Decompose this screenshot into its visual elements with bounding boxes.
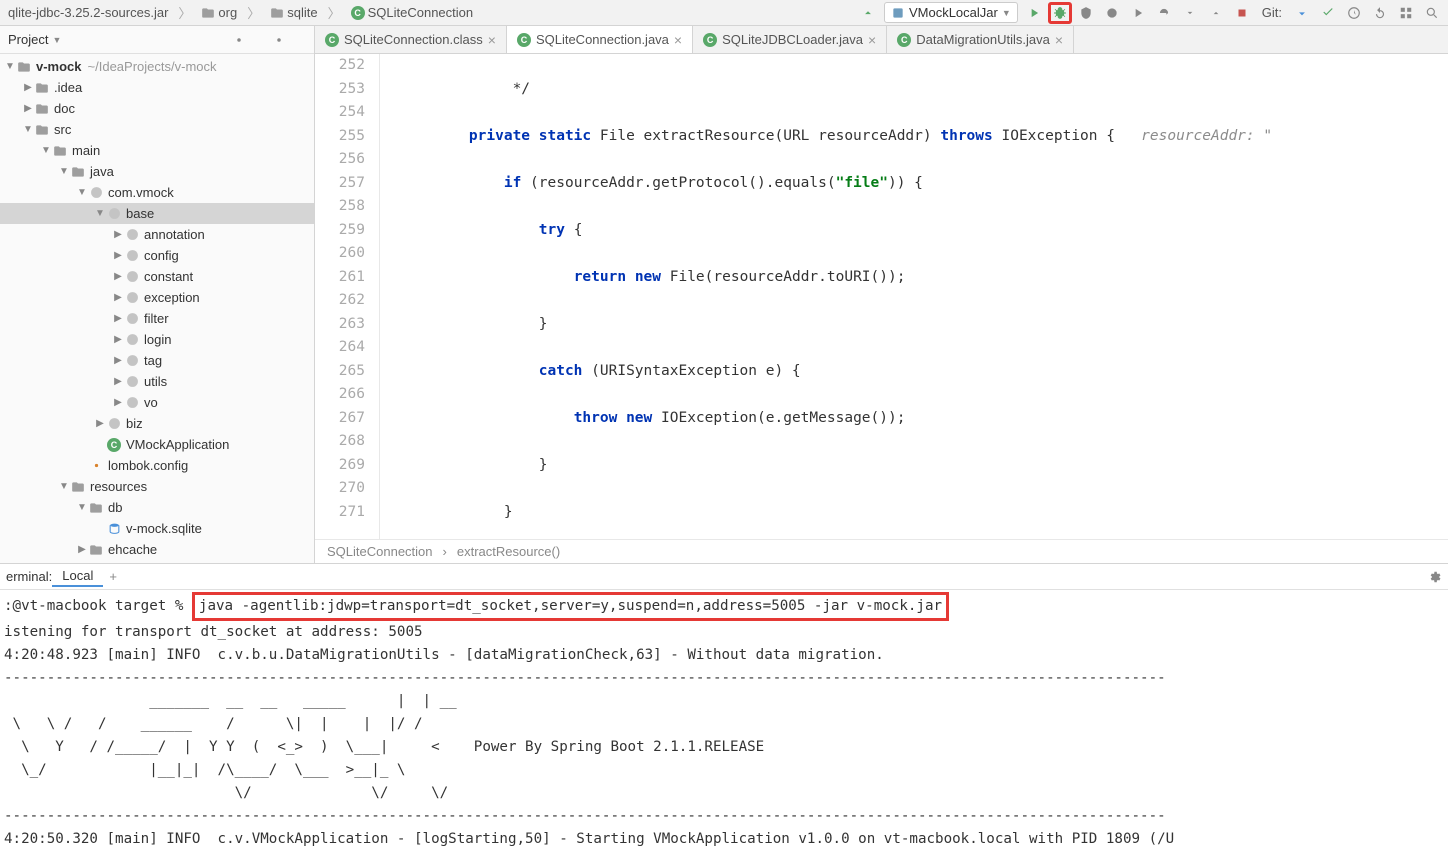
resume-button[interactable] bbox=[1126, 2, 1150, 24]
tree-item[interactable]: ▶biz bbox=[0, 413, 314, 434]
editor-tab[interactable]: CSQLiteConnection.class× bbox=[315, 26, 507, 53]
tree-item[interactable]: ▼resources bbox=[0, 476, 314, 497]
tree-item[interactable]: ▶doc bbox=[0, 98, 314, 119]
tree-item[interactable]: ▶vo bbox=[0, 392, 314, 413]
project-tree[interactable]: ▼ v-mock ~/IdeaProjects/v-mock ▶.idea▶do… bbox=[0, 54, 314, 562]
sidebar-title[interactable]: Project ▼ bbox=[8, 32, 232, 47]
run-button[interactable] bbox=[1022, 2, 1046, 24]
top-toolbar: qlite-jdbc-3.25.2-sources.jar〉 org〉 sqli… bbox=[0, 0, 1448, 26]
marker-gutter bbox=[380, 54, 400, 539]
tree-item[interactable]: ▶.idea bbox=[0, 77, 314, 98]
sync-icon[interactable] bbox=[856, 2, 880, 24]
git-pull-button[interactable] bbox=[1290, 2, 1314, 24]
close-icon[interactable]: × bbox=[1055, 32, 1063, 48]
close-icon[interactable]: × bbox=[674, 32, 682, 48]
debug-button[interactable] bbox=[1048, 2, 1072, 24]
tree-item[interactable]: ▶filter bbox=[0, 308, 314, 329]
step-into-button[interactable] bbox=[1178, 2, 1202, 24]
terminal-output[interactable]: :@vt-macbook target % java -agentlib:jdw… bbox=[0, 590, 1448, 865]
tree-item[interactable]: v-mock.sqlite bbox=[0, 518, 314, 539]
coverage-button[interactable] bbox=[1074, 2, 1098, 24]
tree-item[interactable]: ▼src bbox=[0, 119, 314, 140]
stop-button[interactable] bbox=[1230, 2, 1254, 24]
tree-item[interactable]: ▼db bbox=[0, 497, 314, 518]
breadcrumb-item[interactable]: qlite-jdbc-3.25.2-sources.jar bbox=[4, 3, 172, 22]
expand-icon[interactable] bbox=[252, 33, 266, 47]
git-history-button[interactable] bbox=[1342, 2, 1366, 24]
git-commit-button[interactable] bbox=[1316, 2, 1340, 24]
close-icon[interactable]: × bbox=[488, 32, 496, 48]
editor-body[interactable]: 2522532542552562572582592602612622632642… bbox=[315, 54, 1448, 539]
profile-button[interactable] bbox=[1100, 2, 1124, 24]
breadcrumb-item[interactable]: sqlite bbox=[266, 3, 321, 22]
tree-item[interactable]: ▶ehcache bbox=[0, 539, 314, 560]
tree-item[interactable]: ▶utils bbox=[0, 371, 314, 392]
tree-item[interactable]: ▶login bbox=[0, 329, 314, 350]
editor-tab[interactable]: CSQLiteJDBCLoader.java× bbox=[693, 26, 887, 53]
tree-root[interactable]: ▼ v-mock ~/IdeaProjects/v-mock bbox=[0, 56, 314, 77]
git-revert-button[interactable] bbox=[1368, 2, 1392, 24]
step-over-button[interactable] bbox=[1152, 2, 1176, 24]
terminal-tab-local[interactable]: Local bbox=[52, 566, 103, 587]
tree-item[interactable]: ▶constant bbox=[0, 266, 314, 287]
terminal-panel: erminal: Local + :@vt-macbook target % j… bbox=[0, 563, 1448, 865]
layout-button[interactable] bbox=[1394, 2, 1418, 24]
terminal-title: erminal: bbox=[6, 569, 52, 584]
settings-icon[interactable] bbox=[272, 33, 286, 47]
tree-item[interactable]: ▶exception bbox=[0, 287, 314, 308]
hide-icon[interactable] bbox=[292, 33, 306, 47]
locate-icon[interactable] bbox=[232, 33, 246, 47]
breadcrumb-item[interactable]: CSQLiteConnection bbox=[347, 3, 478, 22]
tree-item[interactable]: ▼main bbox=[0, 140, 314, 161]
tree-item[interactable]: CVMockApplication bbox=[0, 434, 314, 455]
tree-item[interactable]: ▼base bbox=[0, 203, 314, 224]
terminal-add-tab[interactable]: + bbox=[109, 569, 117, 584]
terminal-settings-icon[interactable] bbox=[1428, 570, 1442, 584]
breadcrumb: qlite-jdbc-3.25.2-sources.jar〉 org〉 sqli… bbox=[4, 3, 856, 22]
tree-item[interactable]: ▼java bbox=[0, 161, 314, 182]
git-label: Git: bbox=[1262, 5, 1282, 20]
breadcrumb-item[interactable]: org bbox=[197, 3, 241, 22]
editor-area: CSQLiteConnection.class×CSQLiteConnectio… bbox=[315, 26, 1448, 563]
tree-item[interactable]: lombok.config bbox=[0, 455, 314, 476]
search-button[interactable] bbox=[1420, 2, 1444, 24]
editor-tabs: CSQLiteConnection.class×CSQLiteConnectio… bbox=[315, 26, 1448, 54]
editor-tab[interactable]: CSQLiteConnection.java× bbox=[507, 26, 693, 53]
highlighted-command: java -agentlib:jdwp=transport=dt_socket,… bbox=[192, 592, 949, 621]
tree-item[interactable]: ▶tag bbox=[0, 350, 314, 371]
project-sidebar: Project ▼ ▼ v-mock ~/IdeaProjects/v-mock… bbox=[0, 26, 315, 563]
tree-item[interactable]: ▼com.vmock bbox=[0, 182, 314, 203]
editor-status-bar: SQLiteConnection › extractResource() bbox=[315, 539, 1448, 563]
step-out-button[interactable] bbox=[1204, 2, 1228, 24]
line-gutter: 2522532542552562572582592602612622632642… bbox=[315, 54, 380, 539]
tree-item[interactable]: ▶annotation bbox=[0, 224, 314, 245]
editor-tab[interactable]: CDataMigrationUtils.java× bbox=[887, 26, 1074, 53]
code-area[interactable]: */ @ private static File extractResource… bbox=[400, 54, 1448, 539]
close-icon[interactable]: × bbox=[868, 32, 876, 48]
run-config-selector[interactable]: VMockLocalJar ▼ bbox=[884, 2, 1018, 23]
tree-item[interactable]: ▶config bbox=[0, 245, 314, 266]
